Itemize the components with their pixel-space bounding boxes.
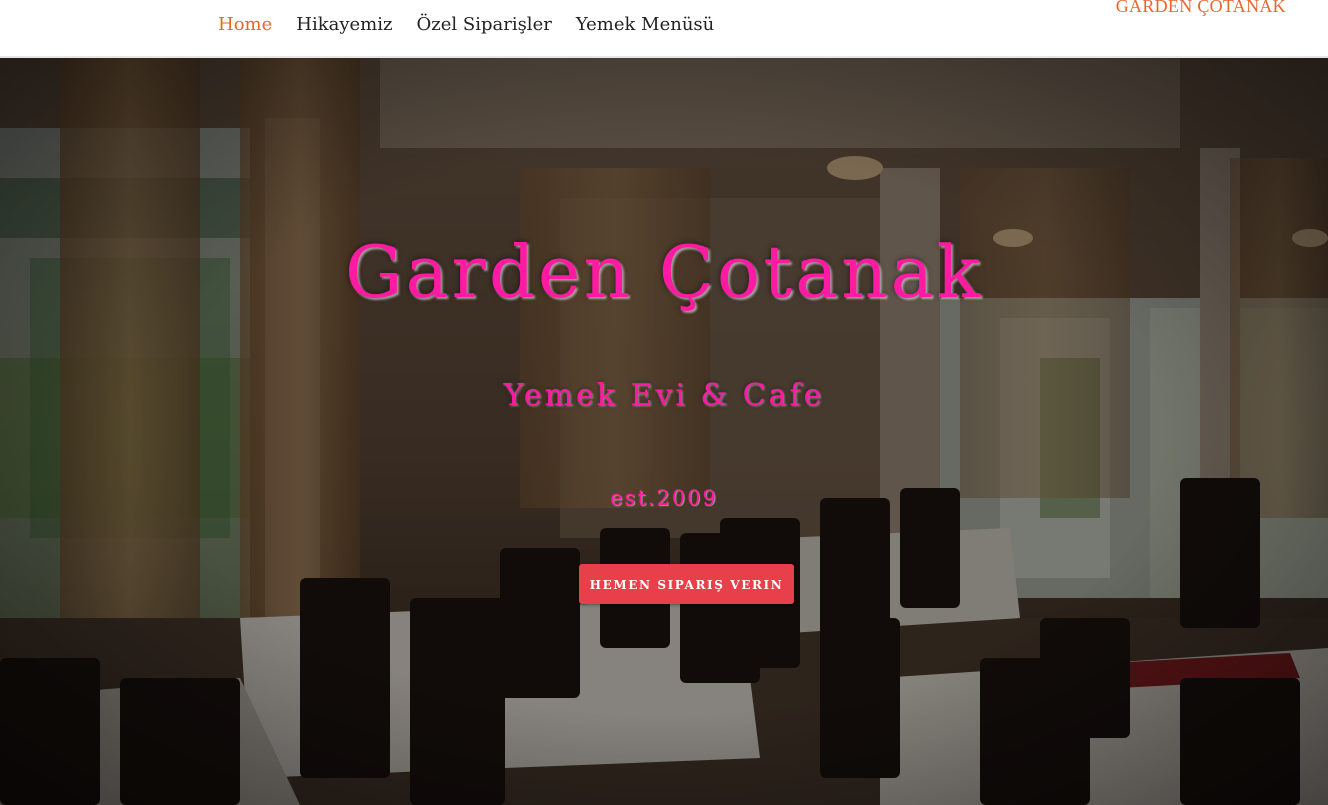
site-header: Home Hikayemiz Özel Siparişler Yemek Men… xyxy=(0,0,1328,58)
nav-link-yemek-menusu[interactable]: Yemek Menüsü xyxy=(576,12,714,38)
nav-link-ozel-siparisler[interactable]: Özel Siparişler xyxy=(417,12,552,38)
brand-link[interactable]: GARDEN ÇOTANAK xyxy=(1116,0,1286,17)
order-now-button[interactable]: HEMEN SIPARIŞ VERIN xyxy=(579,564,794,604)
hero-subtitle: Yemek Evi & Cafe xyxy=(503,378,825,413)
hero-established: est.2009 xyxy=(610,486,718,510)
nav-link-hikayemiz[interactable]: Hikayemiz xyxy=(296,12,392,38)
nav-link-home[interactable]: Home xyxy=(218,12,272,38)
main-nav: Home Hikayemiz Özel Siparişler Yemek Men… xyxy=(218,12,714,38)
hero-dark-overlay xyxy=(0,58,1328,805)
hero-section: Garden Çotanak Yemek Evi & Cafe est.2009… xyxy=(0,58,1328,805)
hero-title: Garden Çotanak xyxy=(344,230,984,314)
